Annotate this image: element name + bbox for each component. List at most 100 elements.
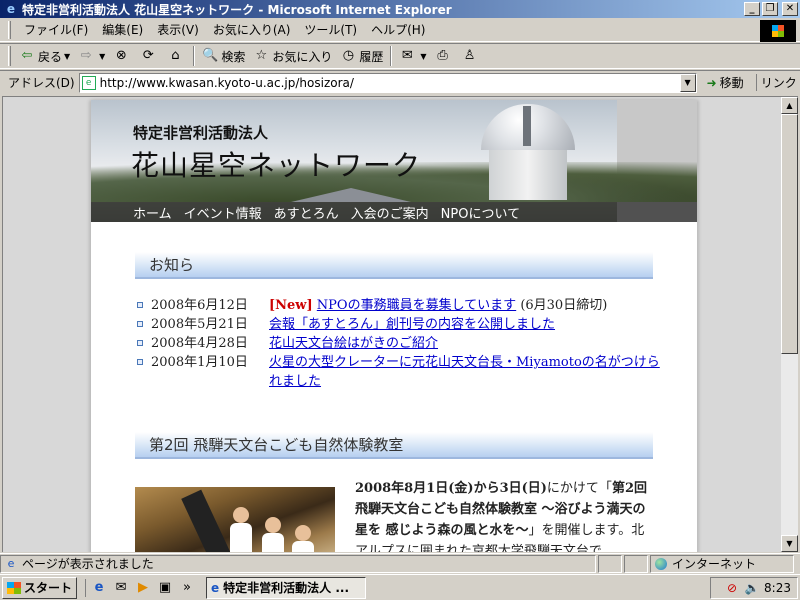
nav-about-npo[interactable]: NPOについて — [441, 203, 520, 222]
start-button[interactable]: スタート — [2, 576, 78, 599]
media-player-icon[interactable]: ▶ — [134, 579, 152, 597]
scroll-thumb[interactable] — [781, 114, 798, 354]
address-bar: アドレス(D) e http://www.kwasan.kyoto-u.ac.j… — [0, 70, 800, 94]
favorites-label: お気に入り — [272, 49, 333, 64]
title-bar: e 特定非営利活動法人 花山星空ネットワーク - Microsoft Inter… — [0, 0, 800, 18]
address-dropdown-button[interactable]: ▼ — [679, 73, 696, 92]
go-label: 移動 — [719, 76, 744, 90]
bullet-icon — [137, 321, 143, 327]
bullet-icon — [137, 340, 143, 346]
nav-astron[interactable]: あすとろん — [274, 203, 339, 222]
list-item: 2008年1月10日 火星の大型クレーターに元花山天文台長・Miyamotoの名… — [135, 353, 665, 391]
status-message: ページが表示されました — [22, 557, 154, 571]
tray-app-icon[interactable]: ⊘ — [724, 580, 740, 596]
page-icon: e — [81, 75, 96, 90]
list-item: 2008年6月12日 [New] NPOの事務職員を募集しています (6月30日… — [135, 296, 665, 315]
event-photo — [135, 487, 335, 552]
event-description: 2008年8月1日(金)から3日(日)にかけて「第2回飛騨天文台こども自然体験教… — [355, 478, 655, 552]
volume-icon[interactable]: 🔈 — [744, 580, 760, 596]
task-label: 特定非営利活動法人 ... — [223, 581, 350, 595]
menu-favorites[interactable]: お気に入り(A) — [206, 21, 298, 38]
back-arrow-icon: ⇦ — [21, 48, 33, 63]
window-title: 特定非営利活動法人 花山星空ネットワーク - Microsoft Interne… — [22, 2, 452, 17]
news-list: 2008年6月12日 [New] NPOの事務職員を募集しています (6月30日… — [135, 296, 665, 391]
scroll-down-button[interactable]: ▼ — [781, 535, 798, 552]
refresh-icon: ⟳ — [142, 48, 154, 63]
minimize-button[interactable]: _ — [744, 2, 760, 16]
quick-launch: e ✉ ▶ ▣ » — [85, 578, 196, 597]
refresh-button[interactable]: ⟳ — [136, 45, 163, 67]
address-input[interactable]: e http://www.kwasan.kyoto-u.ac.jp/hosizo… — [78, 72, 697, 93]
event-dates: 2008年8月1日(金)から3日(日) — [355, 481, 547, 496]
close-button[interactable]: ✕ — [782, 2, 798, 16]
news-link[interactable]: 花山天文台絵はがきのご紹介 — [269, 336, 438, 351]
new-badge: [New] — [269, 298, 313, 313]
zone-label: インターネット — [672, 557, 757, 571]
ie-quicklaunch-icon[interactable]: e — [90, 579, 108, 597]
dropdown-arrow-icon[interactable]: ▼ — [64, 52, 70, 61]
favorites-button[interactable]: ☆ お気に入り — [249, 45, 336, 67]
menu-tools[interactable]: ツール(T) — [297, 21, 364, 38]
standard-toolbar: ⇦ 戻る ▼ ⇨ ▼ ⊗ ⟳ ⌂ 🔍 検索 ☆ お気に入り ◷ 履歴 ✉ ▼ ⎙… — [0, 43, 800, 69]
scroll-up-button[interactable]: ▲ — [781, 97, 798, 114]
status-cell — [624, 554, 648, 573]
web-page: 特定非営利活動法人 花山星空ネットワーク ホーム イベント情報 あすとろん 入会… — [91, 100, 697, 552]
messenger-icon: ♙ — [463, 48, 476, 63]
menu-help[interactable]: ヘルプ(H) — [364, 21, 432, 38]
news-note: (6月30日締切) — [516, 298, 608, 313]
windows-flag-icon — [7, 581, 21, 594]
print-button[interactable]: ⎙ — [431, 45, 458, 67]
nav-home[interactable]: ホーム — [133, 203, 172, 222]
news-date: 2008年1月10日 — [151, 355, 248, 370]
stop-icon: ⊗ — [115, 48, 127, 63]
back-button[interactable]: ⇦ 戻る ▼ — [15, 45, 74, 67]
home-icon: ⌂ — [171, 48, 180, 63]
toolbar-grip[interactable] — [8, 20, 11, 39]
messenger-button[interactable]: ♙ — [458, 45, 485, 67]
go-button[interactable]: ➜ 移動 — [707, 74, 744, 91]
dropdown-arrow-icon[interactable]: ▼ — [99, 52, 105, 61]
news-link[interactable]: 会報「あすとろん」創刊号の内容を公開しました — [269, 317, 555, 332]
page-done-icon: e — [7, 556, 15, 570]
links-button[interactable]: リンク — [755, 74, 797, 91]
go-arrow-icon: ➜ — [706, 75, 717, 90]
news-link[interactable]: NPOの事務職員を募集しています — [317, 298, 516, 313]
photo-child — [233, 507, 249, 523]
news-heading: お知ら — [135, 252, 653, 279]
dropdown-arrow-icon[interactable]: ▼ — [420, 52, 426, 61]
home-button[interactable]: ⌂ — [163, 45, 190, 67]
list-item: 2008年5月21日 会報「あすとろん」創刊号の内容を公開しました — [135, 315, 665, 334]
toolbar-grip[interactable] — [8, 46, 11, 66]
mail-icon: ✉ — [401, 48, 413, 63]
globe-icon — [655, 557, 667, 570]
photo-child — [262, 533, 284, 552]
menu-view[interactable]: 表示(V) — [150, 21, 206, 38]
back-label: 戻る — [38, 49, 63, 64]
outlook-icon[interactable]: ✉ — [112, 579, 130, 597]
org-name: 花山星空ネットワーク — [131, 149, 422, 182]
desktop-icon[interactable]: ▣ — [156, 579, 174, 597]
search-button[interactable]: 🔍 検索 — [198, 45, 249, 67]
mail-button[interactable]: ✉ ▼ — [395, 45, 430, 67]
history-icon: ◷ — [342, 48, 355, 63]
news-link[interactable]: 火星の大型クレーターに元花山天文台長・Miyamotoの名がつけられました — [269, 355, 660, 389]
photo-child — [230, 523, 252, 552]
telescope-shape — [181, 489, 231, 552]
more-chevron-icon[interactable]: » — [178, 579, 196, 597]
menu-file[interactable]: ファイル(F) — [17, 21, 95, 38]
restore-button[interactable]: ❐ — [762, 2, 778, 16]
vertical-scrollbar[interactable]: ▲ ▼ — [781, 96, 798, 552]
taskbar-window-button[interactable]: e 特定非営利活動法人 ... — [206, 576, 367, 599]
history-button[interactable]: ◷ 履歴 — [336, 45, 387, 67]
nav-membership[interactable]: 入会のご案内 — [351, 203, 429, 222]
observatory-tower — [489, 142, 567, 200]
menu-edit[interactable]: 編集(E) — [95, 21, 150, 38]
nav-events[interactable]: イベント情報 — [184, 203, 262, 222]
photo-child — [292, 541, 314, 552]
stop-button[interactable]: ⊗ — [109, 45, 136, 67]
window-controls: _ ❐ ✕ — [744, 2, 798, 16]
forward-button[interactable]: ⇨ ▼ — [74, 45, 109, 67]
windows-logo-icon — [760, 20, 796, 42]
news-date: 2008年4月28日 — [151, 336, 248, 351]
toolbar-separator — [390, 46, 393, 66]
